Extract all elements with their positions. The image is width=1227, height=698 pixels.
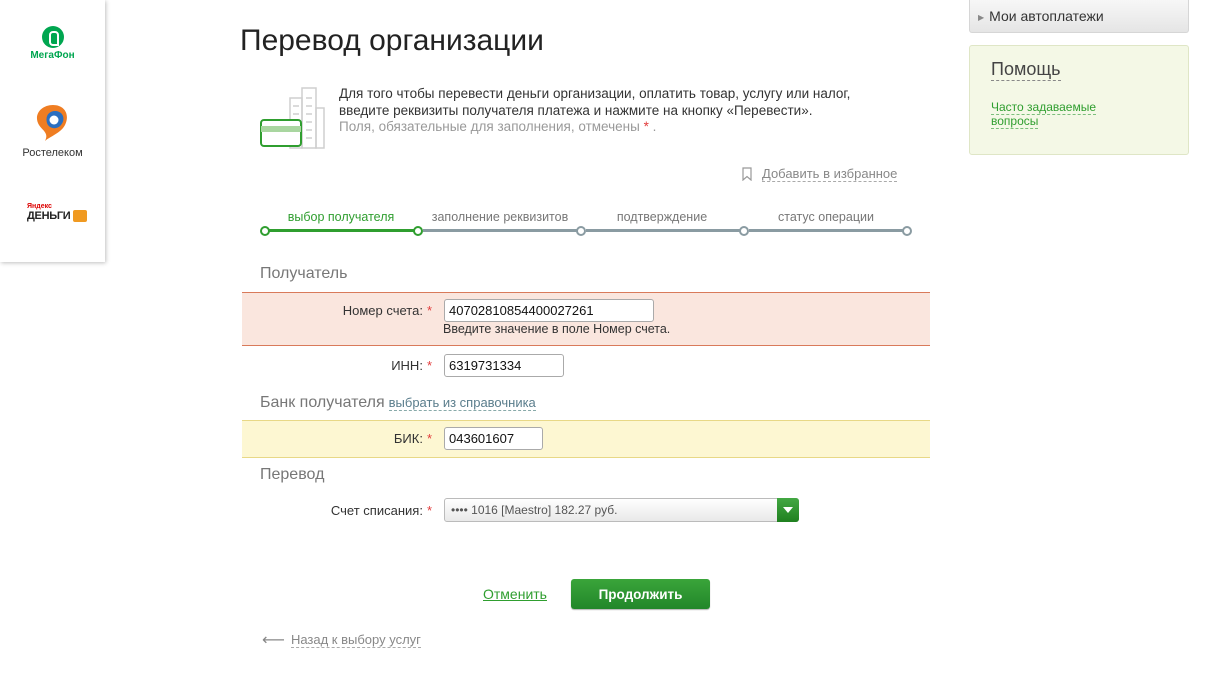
partner-megafon-label: МегаФон [30,50,75,61]
section-title-transfer: Перевод [260,466,325,483]
step-label-recipient: выбор получателя [287,210,395,224]
section-title-bank: Банк получателя выбрать из справочника [260,394,536,412]
inn-input[interactable] [444,354,564,377]
step-label-status: статус операции [778,210,874,224]
back-to-services-link[interactable]: ⟵ Назад к выбору услуг [262,630,421,650]
add-to-favorites-link[interactable]: Добавить в избранное [742,166,898,182]
choose-from-directory-link[interactable]: выбрать из справочника [388,395,536,411]
intro-text: Для того чтобы перевести деньги организа… [339,86,899,136]
step-dot-5 [902,225,912,236]
megafon-logo-icon [41,26,64,48]
required-star: * [426,303,432,318]
account-number-input[interactable] [444,299,654,322]
inn-label: ИНН: * [391,358,432,373]
account-number-row: Номер счета:* Введите значение в поле Но… [242,292,930,346]
organization-building-card-icon [260,84,326,150]
bookmark-icon [742,167,752,181]
back-to-services-label: Назад к выбору услуг [290,632,421,648]
inn-label-text: ИНН: [391,358,423,373]
partner-panel: МегаФон Ростелеком Яндекс ДЕНЬГИ [0,0,105,262]
account-number-error: Введите значение в поле Номер счета. [443,322,671,336]
partner-megafon[interactable]: МегаФон [0,26,105,61]
account-number-label: Номер счета: * [343,303,432,318]
intro-required-note: Поля, обязательные для заполнения, отмеч… [339,119,640,134]
step-line-3 [586,229,744,232]
cancel-link[interactable]: Отменить [483,586,547,602]
help-title[interactable]: Помощь [991,59,1061,81]
bik-input[interactable] [444,427,543,450]
step-line-1 [265,229,418,232]
debit-account-label-text: Счет списания: [330,503,423,518]
step-label-details: заполнение реквизитов [431,210,569,224]
step-dot-4 [739,225,749,236]
page-title: Перевод организации [240,24,544,57]
debit-account-label: Счет списания: * [331,503,432,518]
intro-description: Для того чтобы перевести деньги организа… [339,86,851,118]
step-dot-2 [413,225,423,236]
wallet-icon [73,210,88,222]
step-line-2 [423,229,581,232]
required-star: * [643,119,649,134]
debit-account-row: Счет списания: * •••• 1016 [Maestro] 182.… [242,498,930,526]
debit-account-select[interactable]: •••• 1016 [Maestro] 182.27 руб. [444,498,799,522]
yandex-money-logo: ДЕНЬГИ [27,210,105,222]
yandex-money-logo-top: Яндекс [27,203,52,210]
bik-row: БИК: * [242,420,930,458]
my-autopayments-item[interactable]: ▶ Мои автоплатежи [969,0,1189,33]
step-dot-1 [260,225,270,236]
rostelecom-logo-icon [35,103,71,143]
bik-label-text: БИК: [393,431,423,446]
partner-yandex-money[interactable]: Яндекс ДЕНЬГИ [0,203,105,222]
required-star: * [426,358,432,373]
help-panel: Помощь Часто задаваемые вопросы [969,45,1189,155]
account-number-label-text: Номер счета: [342,303,423,318]
add-to-favorites-label: Добавить в избранное [762,166,898,182]
required-star: * [426,431,432,446]
inn-row: ИНН: * [242,352,930,380]
faq-link[interactable]: Часто задаваемые вопросы [991,100,1111,129]
chevron-right-icon: ▶ [978,12,985,22]
required-star: * [426,503,432,518]
my-autopayments-label: Мои автоплатежи [989,8,1104,24]
chevron-down-icon[interactable] [777,498,799,522]
yandex-money-logo-label: ДЕНЬГИ [27,210,71,222]
faq-link-label: Часто задаваемые вопросы [991,100,1097,129]
debit-account-selected-value: •••• 1016 [Maestro] 182.27 руб. [451,503,618,517]
partner-rostelecom[interactable]: Ростелеком [0,103,105,159]
section-title-bank-text: Банк получателя [260,394,385,411]
step-dot-3 [576,225,586,236]
continue-button[interactable]: Продолжить [571,579,710,609]
intro-note-end: . [652,119,657,134]
arrow-left-icon: ⟵ [262,632,285,649]
section-title-recipient: Получатель [260,265,348,282]
partner-rostelecom-label: Ростелеком [22,147,83,159]
bik-label: БИК: * [394,431,432,446]
step-label-confirmation: подтверждение [616,210,708,224]
progress-steps: выбор получателя заполнение реквизитов п… [260,210,916,240]
step-line-4 [749,229,907,232]
